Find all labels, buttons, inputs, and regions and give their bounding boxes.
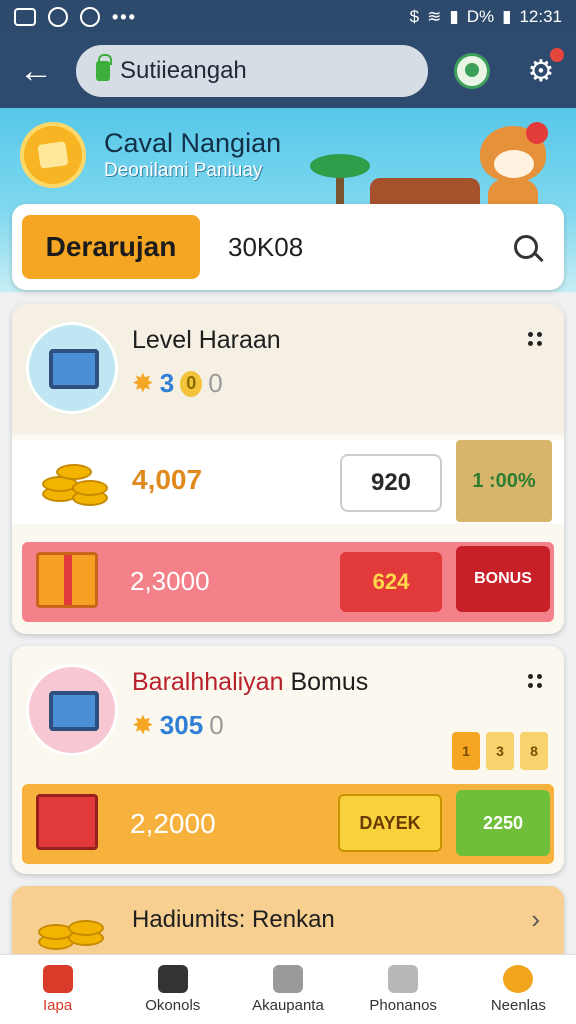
nav-item-home[interactable]: Iapa: [0, 955, 115, 1024]
chip-1[interactable]: 1: [452, 732, 480, 770]
home-icon: [42, 965, 73, 993]
reward-amount: 2,2000: [130, 808, 216, 839]
bonus-value-button[interactable]: 624: [340, 552, 442, 612]
chip-3[interactable]: 8: [520, 732, 548, 770]
star-icon: ✸: [132, 710, 154, 740]
palm-tree-leaves: [310, 154, 370, 178]
gift-box-icon: [36, 552, 98, 608]
nav-item-neenlas[interactable]: Neenlas: [461, 955, 576, 1024]
shop-screen-icon: [49, 349, 99, 389]
controller-icon: [157, 965, 188, 993]
gift-box-icon: [36, 794, 98, 850]
banner-title: Caval Nangian: [104, 128, 282, 158]
nav-label: Akaupanta: [252, 997, 324, 1014]
ranking-card-title: Hadiumits: Renkan: [132, 906, 335, 933]
search-card: Derarujan 30K08: [12, 204, 564, 290]
search-category-button[interactable]: Derarujan: [22, 215, 200, 279]
app-bar: ← Sutiieangah ⚙: [0, 34, 576, 108]
bonus-stats: ✸ 305 0: [132, 710, 224, 741]
stat-value-a: 3: [159, 368, 175, 398]
more-options-icon[interactable]: [528, 674, 542, 688]
flower-icon: [526, 122, 548, 144]
status-left-icons: •••: [14, 7, 137, 28]
bonus-card: Baralhhaliyan Bomus ✸ 305 0 1 3 8 2,2000…: [12, 646, 564, 874]
bottom-navigation: Iapa Okonols Akaupanta Phonanos Neenlas: [0, 954, 576, 1024]
level-card-header: Level Haraan ✸ 3 0 0: [12, 304, 564, 434]
lock-icon: [96, 54, 112, 81]
coin-logo-icon: [20, 122, 86, 188]
sync-notification-icon: [48, 7, 68, 27]
fox-face: [494, 150, 534, 178]
coin-stack-icon: [30, 900, 118, 960]
bag-icon: [272, 965, 303, 993]
bonus-card-title: Baralhhaliyan Bomus: [132, 668, 368, 697]
fox-mascot-illustration: [470, 118, 558, 218]
coin-row: 4,007 920 1 :00%: [12, 440, 564, 524]
coin-amount: 4,007: [132, 464, 203, 495]
battery-icon: ▮: [502, 7, 512, 26]
bonus-card-header: Baralhhaliyan Bomus ✸ 305 0 1 3 8: [12, 646, 564, 776]
profile-icon[interactable]: [454, 53, 490, 89]
status-right: $ ≋ ▮ D% ▮ 12:31: [410, 7, 562, 27]
address-text: Sutiieangah: [120, 57, 247, 84]
shop-icon: [26, 322, 118, 414]
chat-notification-icon: [80, 7, 100, 27]
bonus-row: 2,3000 624 BONUS: [22, 542, 554, 622]
data-saver-icon: $: [409, 7, 420, 26]
status-bar: ••• $ ≋ ▮ D% ▮ 12:31: [0, 0, 576, 34]
atm-machine-icon: [26, 664, 118, 756]
coin-quantity-field[interactable]: 920: [340, 454, 442, 512]
nav-label: Iapa: [42, 997, 73, 1014]
clock: 12:31: [519, 7, 562, 26]
nav-label: Neenlas: [490, 997, 546, 1014]
bonus-amount: 2,3000: [130, 566, 210, 596]
stat-value-a: 305: [159, 710, 204, 740]
stat-value-c: 0: [208, 368, 223, 398]
image-notification-icon: [14, 8, 36, 26]
more-notifications-icon: •••: [112, 6, 137, 27]
level-stats: ✸ 3 0 0: [132, 368, 223, 399]
more-options-icon[interactable]: [528, 332, 542, 346]
stat-coin-b: 0: [180, 370, 203, 397]
reward-row: 2,2000 DAYEK 2250: [22, 784, 554, 864]
search-icon[interactable]: [514, 235, 538, 259]
dayek-button[interactable]: DAYEK: [338, 794, 442, 852]
bonus-card-title-b: Bomus: [290, 668, 369, 696]
stat-value-b: 0: [209, 710, 224, 740]
chip-group: 1 3 8: [452, 732, 548, 770]
reward-value-button[interactable]: 2250: [456, 790, 550, 856]
wifi-icon: ≋: [427, 7, 442, 26]
star-icon: ✸: [132, 368, 154, 398]
atm-screen-icon: [49, 691, 99, 731]
nav-item-phonanos[interactable]: Phonanos: [346, 955, 461, 1024]
level-card: Level Haraan ✸ 3 0 0 4,007 920 1 :00% 2,…: [12, 304, 564, 634]
battery-text: D%: [466, 7, 495, 26]
settings-gear-icon[interactable]: ⚙: [524, 48, 564, 88]
nav-item-akaupanta[interactable]: Akaupanta: [230, 955, 345, 1024]
bonus-button[interactable]: BONUS: [456, 546, 550, 612]
percent-tag[interactable]: 1 :00%: [456, 440, 552, 522]
coin-stack-icon: [32, 446, 116, 520]
bonus-card-title-a: Baralhhaliyan: [132, 668, 284, 696]
level-card-title: Level Haraan: [132, 326, 281, 354]
back-arrow-icon[interactable]: ←: [14, 49, 58, 93]
notification-dot: [550, 48, 564, 62]
nav-label: Okonols: [145, 997, 201, 1014]
star-badge-icon: [503, 965, 534, 993]
search-input[interactable]: 30K08: [228, 232, 303, 263]
address-bar[interactable]: Sutiieangah: [76, 45, 428, 97]
chip-2[interactable]: 3: [486, 732, 514, 770]
nav-label: Phonanos: [369, 997, 437, 1014]
chevron-right-icon[interactable]: ›: [531, 904, 540, 935]
profile-icon: [388, 965, 419, 993]
nav-item-okonols[interactable]: Okonols: [115, 955, 230, 1024]
banner-subtitle: Deonilami Paniuay: [104, 160, 263, 181]
signal-icon: ▮: [449, 7, 459, 26]
